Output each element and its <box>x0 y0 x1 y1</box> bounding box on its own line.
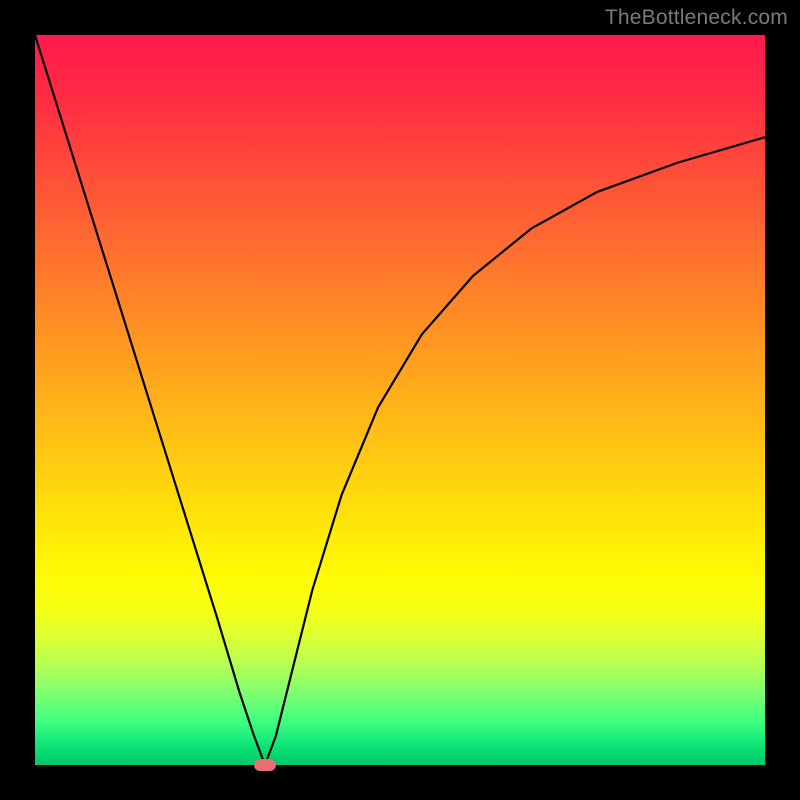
watermark-text: TheBottleneck.com <box>605 6 788 30</box>
plot-area <box>35 35 765 765</box>
chart-frame: TheBottleneck.com <box>0 0 800 800</box>
bottleneck-curve <box>35 35 765 765</box>
bottleneck-marker <box>254 759 276 771</box>
